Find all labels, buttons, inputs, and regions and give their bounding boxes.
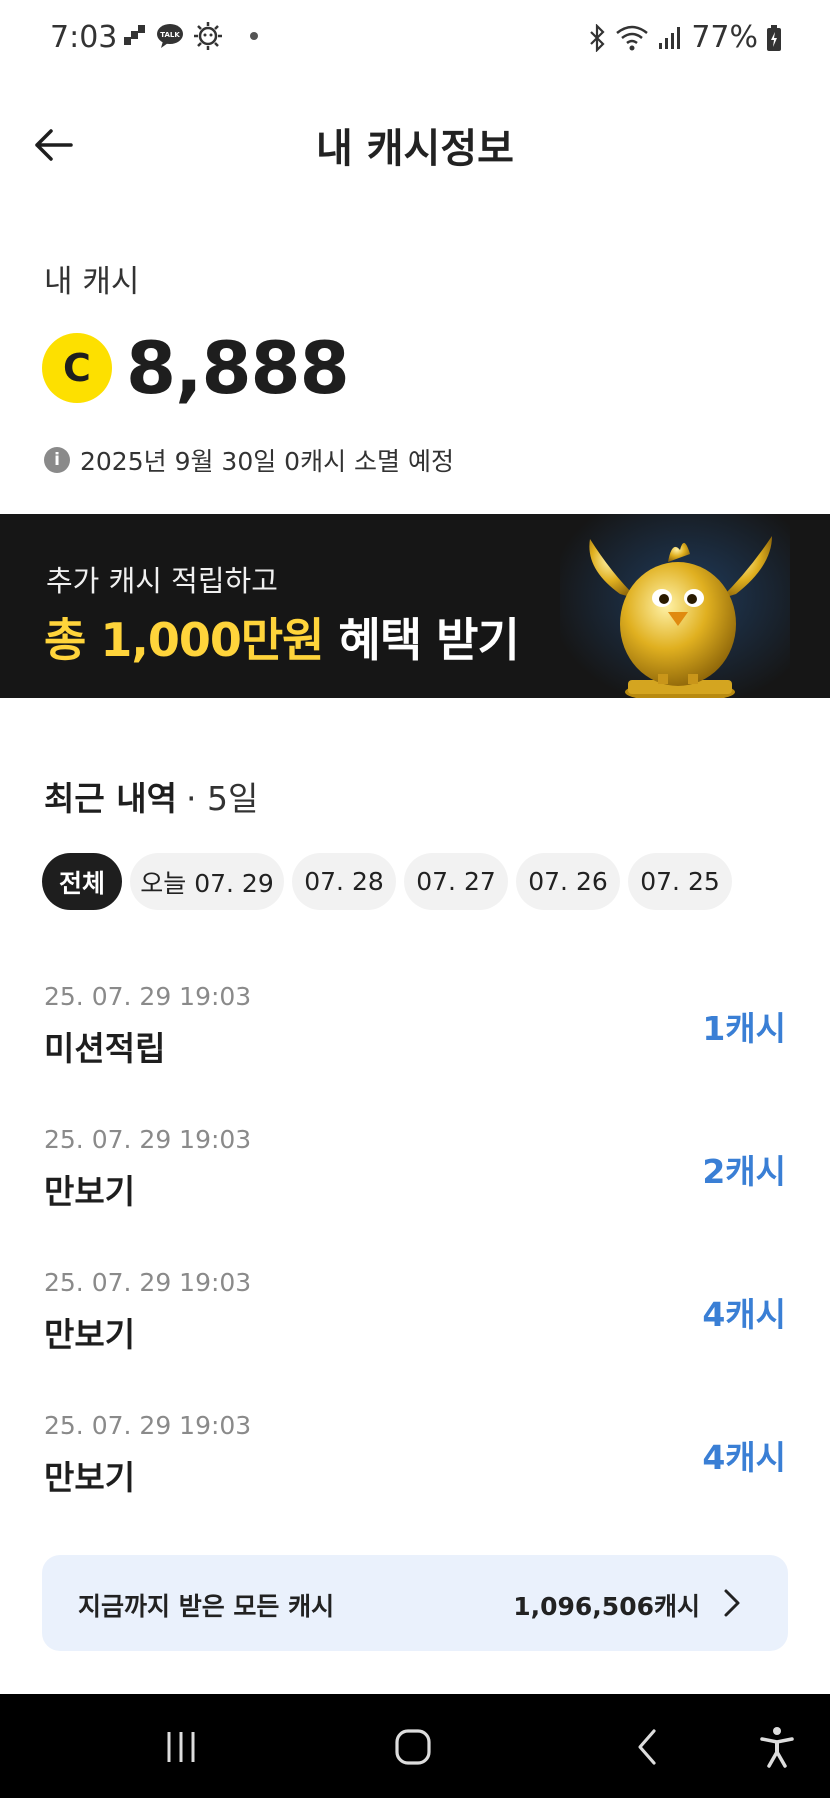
dot-icon [250, 32, 258, 40]
status-icons-left: TALK [124, 22, 258, 50]
tx-title: 만보기 [44, 1315, 136, 1354]
cash-amount: 8,888 [126, 326, 350, 410]
total-cash-label: 지금까지 받은 모든 캐시 [78, 1592, 335, 1621]
back-nav-button[interactable] [622, 1724, 672, 1770]
golden-chick-image [560, 514, 790, 698]
tx-title: 미션적립 [44, 1029, 166, 1068]
promo-banner[interactable]: 추가 캐시 적립하고 총 1,000만원 혜택 받기 [0, 514, 830, 698]
chip-today[interactable]: 오늘 07. 29 [130, 853, 284, 910]
signal-bars-icon [124, 25, 145, 45]
tx-date: 25. 07. 29 19:03 [44, 982, 252, 1011]
cash-info-screen: 7:03 TALK 77% 내 캐시정보 내 캐시 C 8,888 i 2025… [0, 0, 830, 1798]
chevron-right-icon [724, 1589, 740, 1617]
tx-amount: 4캐시 [702, 1438, 786, 1477]
tx-title: 만보기 [44, 1172, 136, 1211]
home-icon [395, 1729, 431, 1765]
list-item: 25. 07. 29 19:03 만보기 4캐시 [0, 1411, 830, 1541]
cash-balance: C 8,888 [42, 326, 350, 410]
header: 내 캐시정보 [0, 92, 830, 200]
tx-date: 25. 07. 29 19:03 [44, 1268, 252, 1297]
accessibility-icon [760, 1727, 794, 1768]
banner-subtitle: 추가 캐시 적립하고 [46, 564, 278, 598]
chip-0726[interactable]: 07. 26 [516, 853, 620, 910]
total-cash-button[interactable]: 지금까지 받은 모든 캐시 1,096,506캐시 [42, 1555, 788, 1651]
recents-icon [167, 1732, 195, 1762]
recent-days: · 5일 [186, 779, 259, 818]
status-icons-right: 77% [587, 20, 782, 55]
system-nav-bar [0, 1694, 830, 1798]
accessibility-button[interactable] [752, 1724, 802, 1770]
tx-date: 25. 07. 29 19:03 [44, 1125, 252, 1154]
battery-icon [767, 24, 781, 51]
chip-all[interactable]: 전체 [42, 853, 122, 910]
wifi-icon [616, 25, 649, 50]
list-item: 25. 07. 29 19:03 만보기 4캐시 [0, 1268, 830, 1398]
chip-0728[interactable]: 07. 28 [292, 853, 396, 910]
bluetooth-icon [590, 23, 605, 52]
chip-0725[interactable]: 07. 25 [628, 853, 732, 910]
tx-title: 만보기 [44, 1458, 136, 1497]
status-time: 7:03 [50, 20, 118, 55]
page-title: 내 캐시정보 [316, 126, 514, 172]
tx-amount: 2캐시 [702, 1152, 786, 1191]
expire-notice: i 2025년 9월 30일 0캐시 소멸 예정 [44, 442, 454, 478]
total-cash-value: 1,096,506캐시 [513, 1592, 700, 1621]
banner-highlight: 총 1,000만원 [44, 613, 324, 667]
date-filter-chips: 전체 오늘 07. 29 07. 28 07. 27 07. 26 07. 25 [42, 853, 732, 910]
battery-percent: 77% [691, 20, 758, 55]
home-button[interactable] [388, 1724, 438, 1770]
talk-icon: TALK [157, 24, 183, 48]
chip-0727[interactable]: 07. 27 [404, 853, 508, 910]
info-icon: i [44, 447, 70, 473]
banner-rest: 혜택 받기 [323, 613, 519, 667]
coin-icon: C [42, 333, 112, 403]
tx-date: 25. 07. 29 19:03 [44, 1411, 252, 1440]
my-cash-label: 내 캐시 [44, 264, 140, 300]
banner-headline: 총 1,000만원 혜택 받기 [44, 604, 520, 670]
list-item: 25. 07. 29 19:03 미션적립 1캐시 [0, 982, 830, 1112]
svg-text:TALK: TALK [160, 31, 180, 39]
tx-amount: 4캐시 [702, 1295, 786, 1334]
recents-button[interactable] [156, 1724, 206, 1770]
tx-amount: 1캐시 [702, 1009, 786, 1048]
recent-history-title: 최근 내역 [44, 779, 177, 818]
status-bar: 7:03 TALK 77% [0, 0, 830, 80]
sun-face-icon [194, 22, 222, 50]
expire-text: 2025년 9월 30일 0캐시 소멸 예정 [80, 447, 454, 476]
list-item: 25. 07. 29 19:03 만보기 2캐시 [0, 1125, 830, 1255]
cell-signal-icon [659, 26, 681, 49]
back-icon [638, 1729, 656, 1765]
